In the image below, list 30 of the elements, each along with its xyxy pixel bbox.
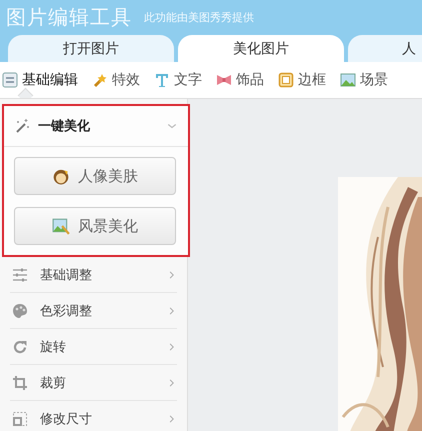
sidebar-item[interactable]: 修改尺寸	[10, 401, 177, 431]
toolbar-tab[interactable]: 场景	[340, 69, 394, 91]
frame-icon	[278, 72, 294, 88]
resize-icon	[12, 410, 28, 426]
subtitle: 此功能由美图秀秀提供	[144, 10, 254, 25]
landscape-wand-icon	[52, 217, 70, 235]
toolbar-tab[interactable]: 边框	[278, 69, 332, 91]
section-title: 一键美化	[38, 118, 91, 135]
text-icon	[154, 72, 170, 88]
toolbar-tab[interactable]: 饰品	[216, 69, 270, 91]
sidebar-item[interactable]: 基础调整	[10, 257, 177, 293]
rotate-icon	[12, 338, 28, 354]
sidebar-item[interactable]: 旋转	[10, 329, 177, 365]
bow-icon	[216, 72, 232, 88]
magic-wand-icon	[14, 118, 30, 134]
toolbar-tab[interactable]: 特效	[92, 69, 146, 91]
preset-button[interactable]: 风景美化	[14, 207, 176, 245]
preset-button[interactable]: 人像美肤	[14, 157, 176, 195]
toolbar-tab[interactable]: 文字	[154, 69, 208, 91]
sidebar-item[interactable]: 色彩调整	[10, 293, 177, 329]
tab[interactable]: 打开图片	[8, 35, 174, 62]
palette-icon	[12, 302, 28, 318]
tab[interactable]: 人	[348, 35, 422, 62]
tab[interactable]: 美化图片	[178, 35, 344, 62]
landscape-icon	[340, 72, 356, 88]
crop-icon	[12, 374, 28, 390]
sidebar-item[interactable]: 裁剪	[10, 365, 177, 401]
wand-icon	[92, 72, 108, 88]
girl-icon	[52, 167, 70, 185]
app-title: 图片编辑工具	[6, 4, 132, 31]
